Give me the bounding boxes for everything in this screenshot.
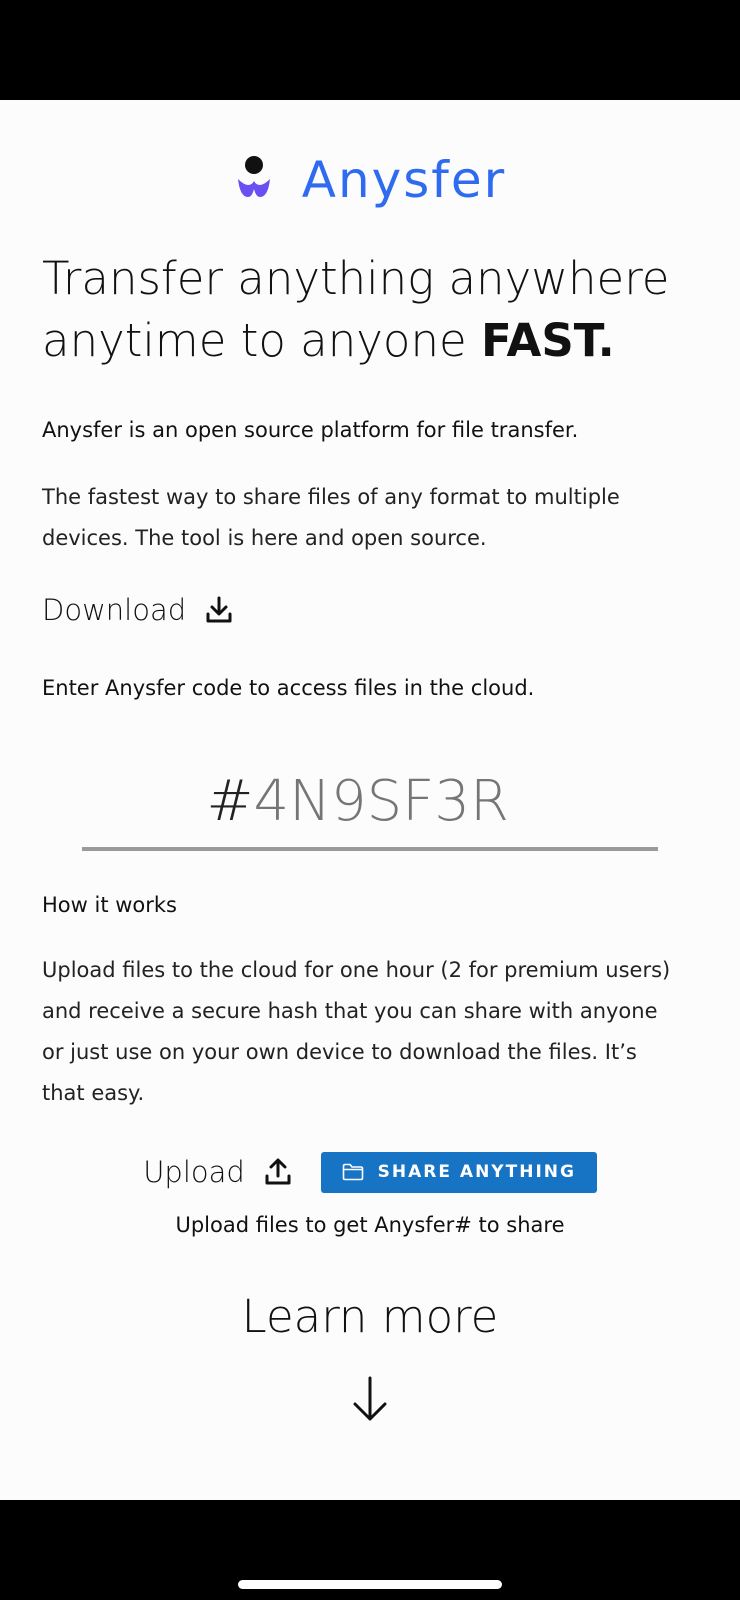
page-content: Anysfer Transfer anything anywhere anyti… (0, 100, 740, 1500)
hash-symbol: # (206, 768, 254, 834)
description-text: The fastest way to share files of any fo… (42, 485, 620, 550)
app-name: Anysfer (301, 151, 507, 209)
hero-headline-bold: FAST. (480, 314, 615, 367)
upload-row: Upload SHARE ANYTHING (0, 1150, 740, 1194)
code-field: # (82, 755, 658, 851)
how-it-works-body: Upload files to the cloud for one hour (… (42, 958, 671, 1105)
upload-hint: Upload files to get Anysfer# to share (175, 1213, 565, 1237)
folder-icon (342, 1163, 363, 1181)
upload-label[interactable]: Upload (143, 1155, 245, 1189)
download-icon (206, 596, 232, 623)
home-indicator[interactable] (238, 1580, 502, 1589)
download-link[interactable]: Download (42, 590, 234, 630)
download-label: Download (42, 593, 187, 627)
intro-text: Anysfer is an open source platform for f… (42, 418, 579, 442)
code-input[interactable] (253, 768, 534, 834)
status-bar (0, 0, 740, 100)
app-logo: Anysfer (0, 150, 740, 210)
upload-icon[interactable] (263, 1157, 293, 1187)
arrow-down-icon[interactable] (350, 1375, 390, 1423)
learn-more-label[interactable]: Learn more (0, 1290, 740, 1343)
hero-headline: Transfer anything anywhere anytime to an… (42, 248, 722, 372)
share-anything-label: SHARE ANYTHING (377, 1162, 576, 1182)
logo-mark-icon (237, 156, 270, 197)
how-it-works-title: How it works (42, 893, 177, 917)
code-prompt: Enter Anysfer code to access files in th… (42, 676, 535, 700)
share-anything-button[interactable]: SHARE ANYTHING (320, 1151, 597, 1193)
